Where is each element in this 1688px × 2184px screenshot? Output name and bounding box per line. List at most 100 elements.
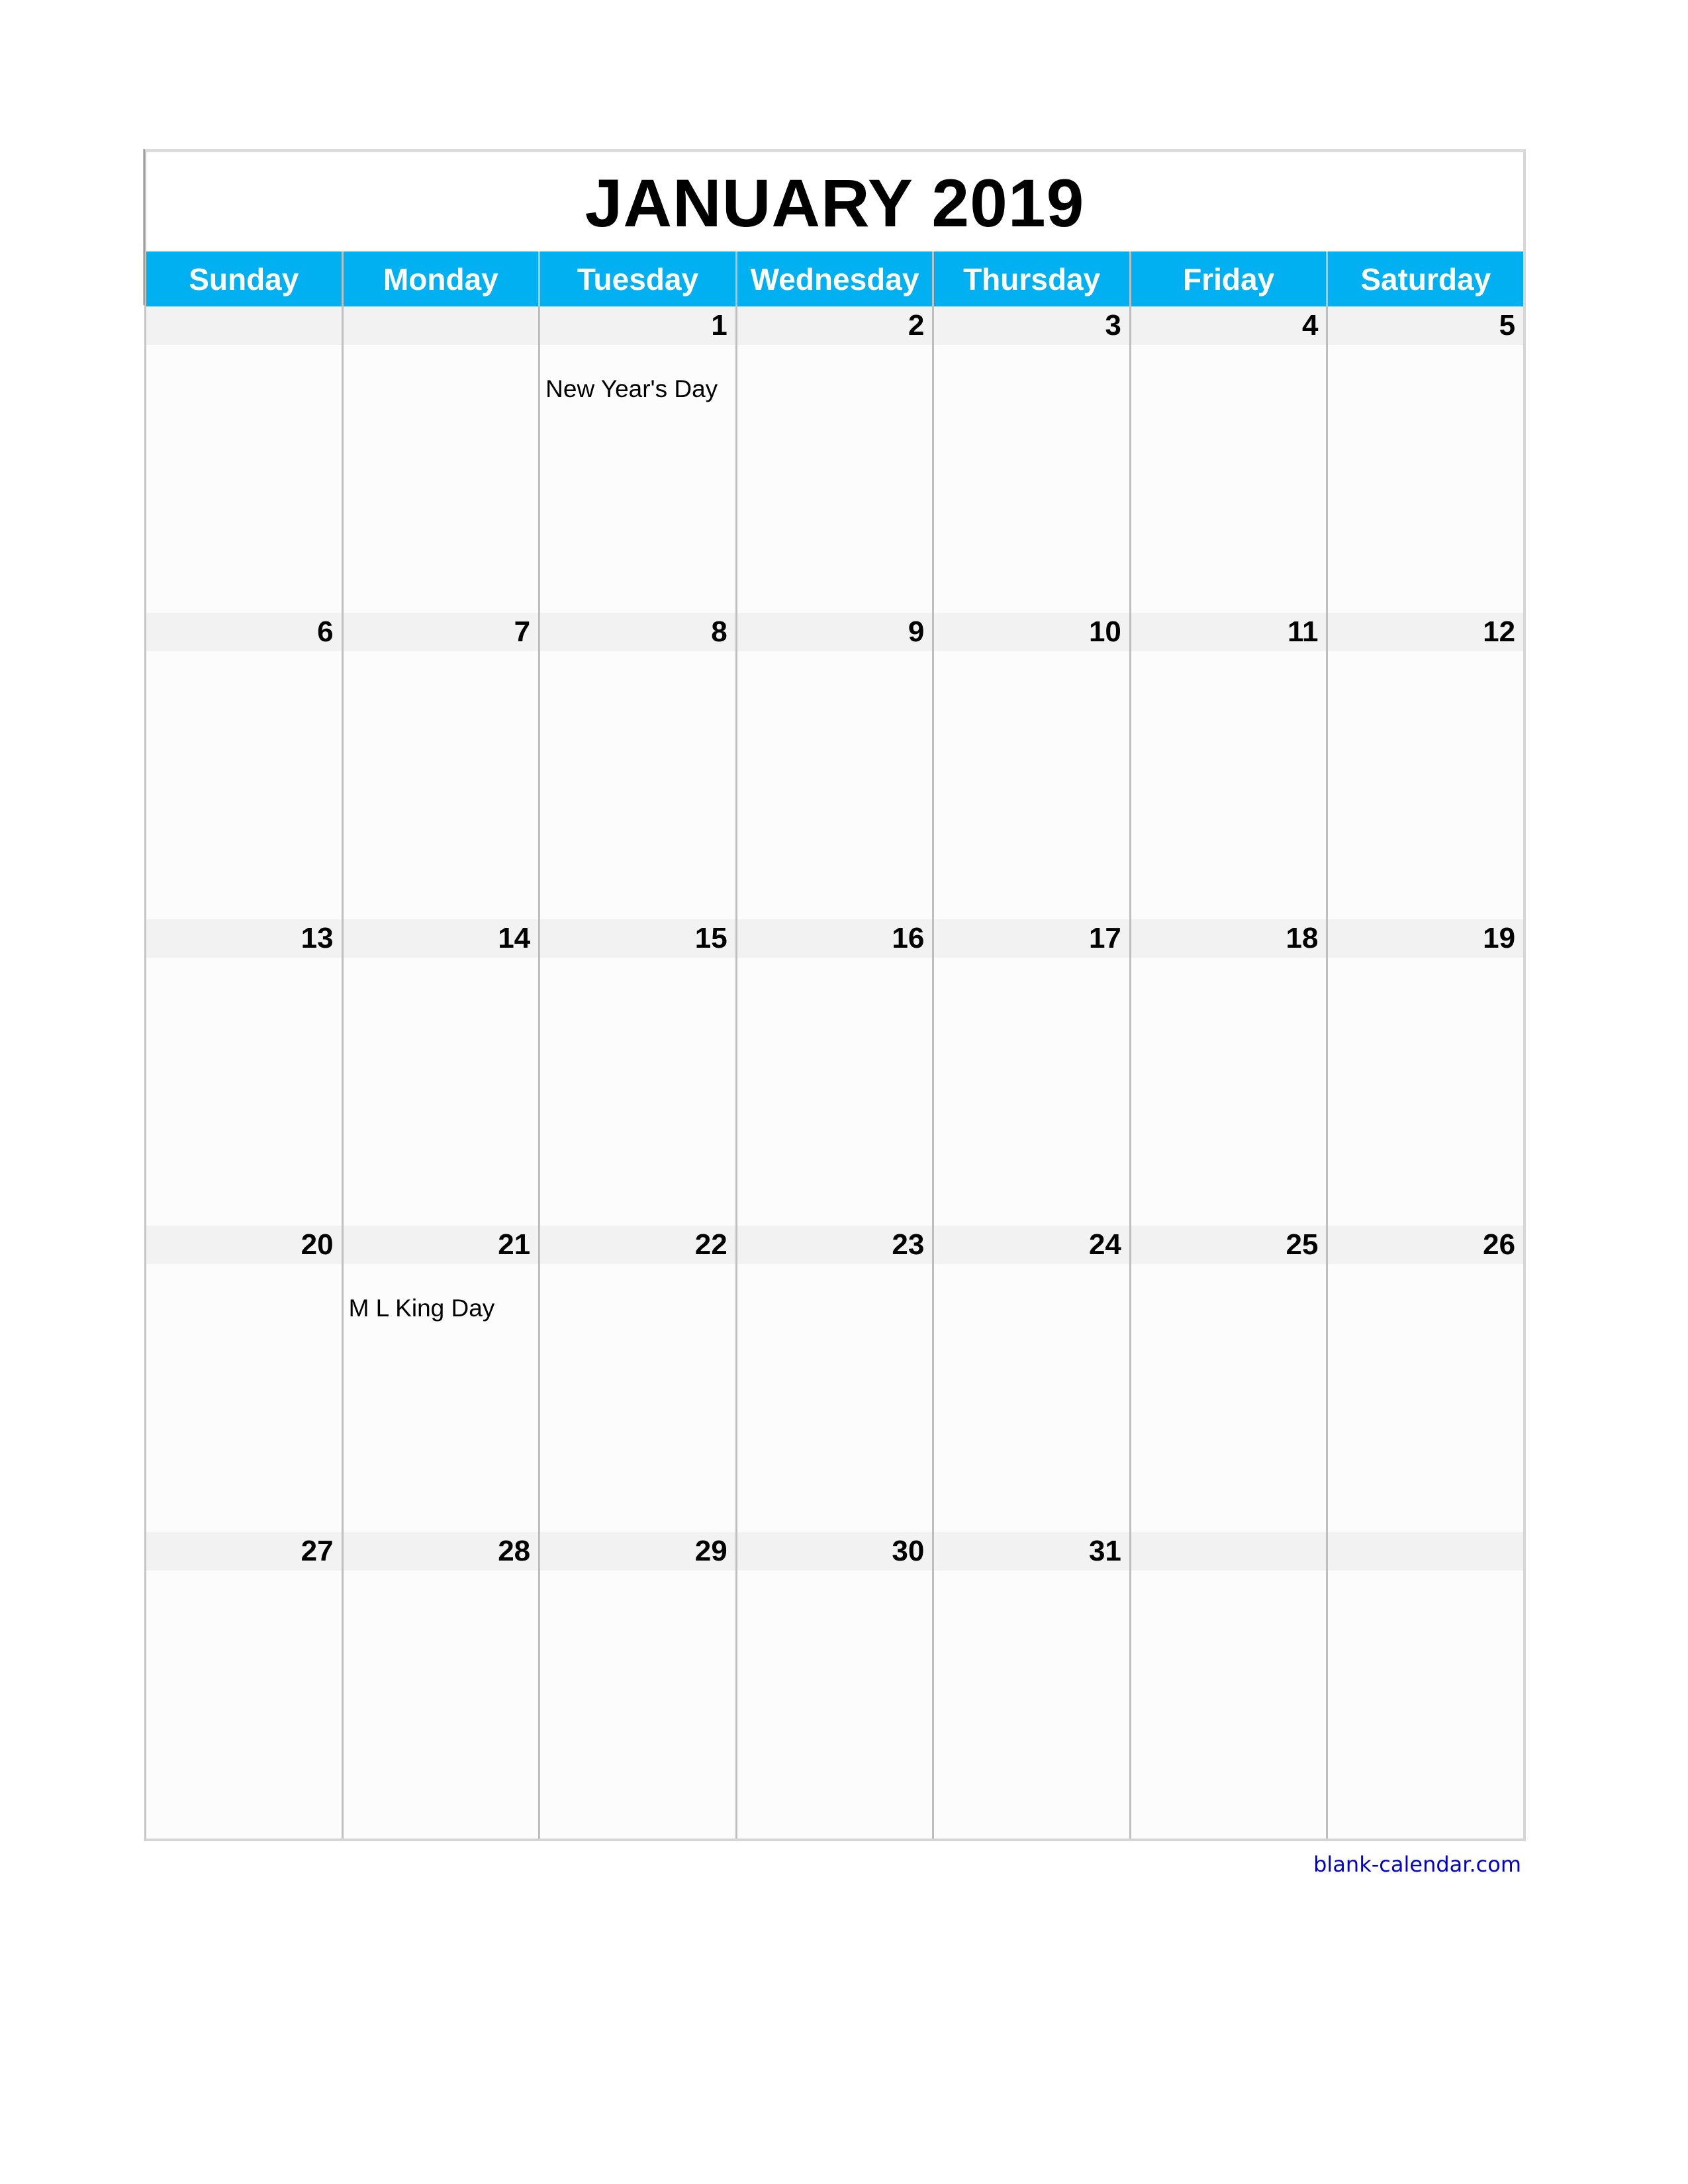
day-cell[interactable]: 16: [735, 919, 933, 1226]
date-strip: 30: [737, 1532, 933, 1570]
day-cell[interactable]: 13: [146, 919, 342, 1226]
day-cell[interactable]: 18: [1129, 919, 1327, 1226]
date-number: 30: [892, 1535, 925, 1567]
date-number: 3: [1105, 309, 1121, 341]
holiday-label: M L King Day: [348, 1295, 495, 1322]
date-strip: 12: [1328, 613, 1524, 651]
date-number: 22: [694, 1228, 727, 1261]
weekday-header: Sunday Monday Tuesday Wednesday Thursday…: [146, 251, 1523, 306]
date-strip: 20: [146, 1226, 342, 1264]
day-cell[interactable]: 28: [341, 1532, 539, 1839]
date-strip: [1131, 1532, 1327, 1570]
date-strip: 4: [1131, 306, 1327, 345]
date-number: 7: [514, 615, 531, 648]
date-strip: 5: [1328, 306, 1524, 345]
date-strip: 9: [737, 613, 933, 651]
day-cell[interactable]: 10: [932, 613, 1129, 919]
date-strip: 1: [540, 306, 735, 345]
date-number: 18: [1286, 922, 1319, 954]
date-number: 27: [301, 1535, 334, 1567]
date-number: 6: [317, 615, 334, 648]
day-cell[interactable]: [1129, 1532, 1327, 1839]
week-row: 27 28 29 30 31: [146, 1532, 1524, 1839]
day-cell[interactable]: 24: [932, 1226, 1129, 1532]
day-cell[interactable]: 27: [146, 1532, 342, 1839]
day-cell[interactable]: 5: [1326, 306, 1524, 613]
date-number: 10: [1088, 615, 1121, 648]
date-strip: [343, 306, 539, 345]
date-number: 4: [1301, 309, 1319, 341]
day-cell[interactable]: [146, 306, 342, 613]
day-cell[interactable]: 19: [1326, 919, 1524, 1226]
day-cell[interactable]: 22: [538, 1226, 735, 1532]
day-cell[interactable]: 11: [1129, 613, 1327, 919]
date-number: 15: [694, 922, 727, 954]
date-number: 1: [711, 309, 727, 341]
date-strip: 25: [1131, 1226, 1327, 1264]
date-strip: 6: [146, 613, 342, 651]
date-number: 5: [1499, 309, 1516, 341]
weekday-wednesday: Wednesday: [735, 251, 933, 306]
date-number: 8: [711, 615, 727, 648]
weekday-sunday: Sunday: [189, 261, 299, 296]
date-number: 29: [694, 1535, 727, 1567]
date-strip: [146, 306, 342, 345]
date-strip: 11: [1131, 613, 1327, 651]
date-number: 25: [1286, 1228, 1319, 1261]
holiday-label: New Year's Day: [545, 375, 718, 402]
day-cell[interactable]: 6: [146, 613, 342, 919]
day-cell[interactable]: 31: [932, 1532, 1129, 1839]
day-cell[interactable]: 29: [538, 1532, 735, 1839]
date-strip: [1328, 1532, 1524, 1570]
day-cell[interactable]: [341, 306, 539, 613]
weekday-thursday: Thursday: [932, 251, 1129, 306]
day-cell[interactable]: 1 New Year's Day: [538, 306, 735, 613]
day-cell[interactable]: 15: [538, 919, 735, 1226]
day-cell[interactable]: [1326, 1532, 1524, 1839]
date-strip: 17: [934, 919, 1129, 958]
date-number: 12: [1483, 615, 1516, 648]
date-strip: 2: [737, 306, 933, 345]
date-strip: 10: [934, 613, 1129, 651]
calendar: JANUARY 2019 Sunday Monday Tuesday Wedne…: [144, 149, 1526, 1841]
date-number: 2: [908, 309, 925, 341]
date-number: 21: [498, 1228, 531, 1261]
date-strip: 21: [343, 1226, 539, 1264]
date-number: 13: [301, 922, 334, 954]
date-strip: 7: [343, 613, 539, 651]
weekday-tuesday: Tuesday: [538, 251, 735, 306]
weekday-saturday: Saturday: [1326, 251, 1523, 306]
day-cell[interactable]: 30: [735, 1532, 933, 1839]
day-cell[interactable]: 9: [735, 613, 933, 919]
day-cell[interactable]: 20: [146, 1226, 342, 1532]
date-strip: 31: [934, 1532, 1129, 1570]
date-number: 23: [892, 1228, 925, 1261]
day-cell[interactable]: 12: [1326, 613, 1524, 919]
date-strip: 16: [737, 919, 933, 958]
day-cell[interactable]: 4: [1129, 306, 1327, 613]
date-strip: 22: [540, 1226, 735, 1264]
website-link[interactable]: blank-calendar.com: [1313, 1852, 1521, 1877]
day-cell[interactable]: 17: [932, 919, 1129, 1226]
title-row: JANUARY 2019: [146, 152, 1523, 251]
date-strip: 23: [737, 1226, 933, 1264]
day-cell[interactable]: 26: [1326, 1226, 1524, 1532]
day-cell[interactable]: 14: [341, 919, 539, 1226]
week-row: 20 21 M L King Day 22 23 24 25 26: [146, 1226, 1524, 1532]
date-strip: 26: [1328, 1226, 1524, 1264]
week-row: 6 7 8 9 10 11 12: [146, 613, 1524, 919]
day-cell[interactable]: 8: [538, 613, 735, 919]
date-number: 17: [1088, 922, 1121, 954]
day-cell[interactable]: 7: [341, 613, 539, 919]
day-cell[interactable]: 21 M L King Day: [341, 1226, 539, 1532]
day-cell[interactable]: 25: [1129, 1226, 1327, 1532]
day-cell[interactable]: 3: [932, 306, 1129, 613]
date-number: 31: [1088, 1535, 1121, 1567]
weekday-monday: Monday: [341, 251, 539, 306]
day-cell[interactable]: 2: [735, 306, 933, 613]
day-cell[interactable]: 23: [735, 1226, 933, 1532]
date-strip: 18: [1131, 919, 1327, 958]
calendar-title: JANUARY 2019: [585, 165, 1085, 241]
date-strip: 8: [540, 613, 735, 651]
date-strip: 14: [343, 919, 539, 958]
